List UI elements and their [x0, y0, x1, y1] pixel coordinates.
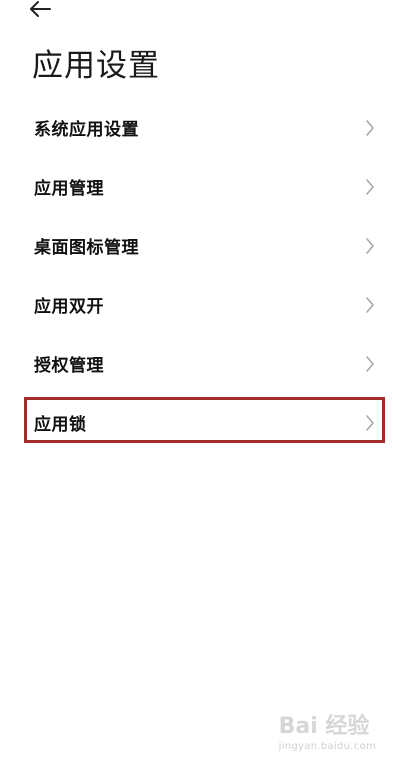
settings-item-label: 桌面图标管理: [34, 238, 139, 258]
settings-item-dual-apps[interactable]: 应用双开: [0, 275, 402, 334]
watermark-url: jingyan.baidu.com: [278, 741, 376, 752]
arrow-left-icon: [28, 0, 52, 22]
settings-item-label: 应用锁: [34, 415, 87, 435]
back-button[interactable]: [28, 0, 64, 22]
settings-item-label: 应用管理: [34, 179, 104, 199]
settings-item-label: 授权管理: [34, 356, 104, 376]
settings-item-app-lock[interactable]: 应用锁: [0, 393, 402, 452]
settings-item-label: 系统应用设置: [34, 120, 139, 140]
chevron-right-icon: [364, 355, 376, 373]
settings-item-permission-management[interactable]: 授权管理: [0, 334, 402, 393]
chevron-right-icon: [364, 414, 376, 432]
chevron-right-icon: [364, 296, 376, 314]
settings-item-label: 应用双开: [34, 297, 104, 317]
chevron-right-icon: [364, 237, 376, 255]
page-title: 应用设置: [32, 48, 160, 84]
chevron-right-icon: [364, 178, 376, 196]
settings-list: 系统应用设置 应用管理 桌面图标管理 应用双开 授权管理 应用锁: [0, 98, 402, 452]
settings-item-app-management[interactable]: 应用管理: [0, 157, 402, 216]
settings-item-system-app-settings[interactable]: 系统应用设置: [0, 98, 402, 157]
chevron-right-icon: [364, 119, 376, 137]
watermark-brand: Bai 经验: [279, 708, 376, 740]
settings-item-desktop-icon-management[interactable]: 桌面图标管理: [0, 216, 402, 275]
watermark: Bai 经验 jingyan.baidu.com: [279, 708, 376, 752]
watermark-brand-text: Bai 经验: [278, 714, 370, 739]
